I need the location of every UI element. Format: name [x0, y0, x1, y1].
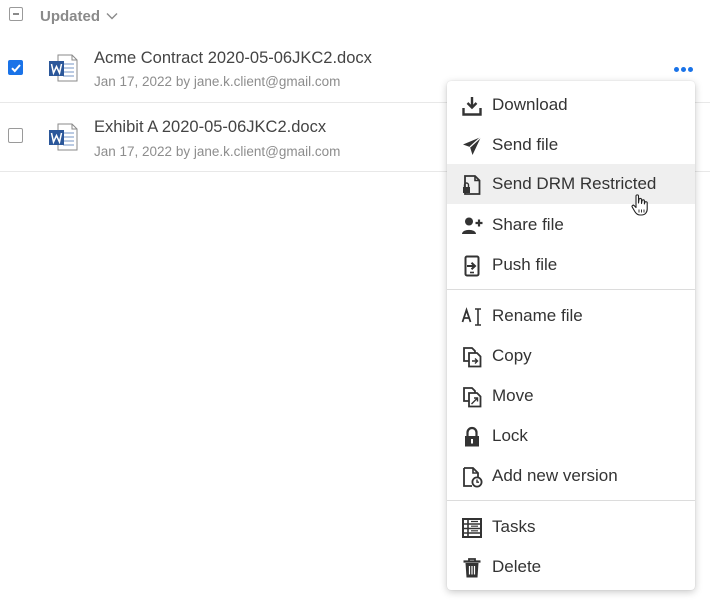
menu-item-add-new-version[interactable]: Add new version: [447, 456, 695, 496]
select-all-checkbox[interactable]: [9, 7, 23, 21]
row-checkbox[interactable]: [8, 128, 23, 143]
menu-item-label: Tasks: [492, 517, 536, 536]
menu-item-share-file[interactable]: Share file: [447, 205, 695, 245]
trash-icon: [463, 558, 481, 578]
file-meta: Jan 17, 2022 by jane.k.client@gmail.com: [94, 144, 341, 159]
word-doc-icon: [49, 123, 78, 151]
menu-item-label: Send DRM Restricted: [492, 174, 657, 193]
menu-item-label: Delete: [492, 557, 542, 576]
more-horizontal-icon: [674, 67, 679, 72]
menu-item-send-file[interactable]: Send file: [447, 125, 695, 165]
menu-item-label: Lock: [492, 426, 528, 445]
row-checkbox[interactable]: [8, 60, 23, 75]
word-doc-icon: [49, 54, 78, 82]
push-device-icon: [464, 255, 480, 277]
menu-item-push-file[interactable]: Push file: [447, 245, 695, 285]
file-name[interactable]: Exhibit A 2020-05-06JKC2.docx: [94, 118, 326, 137]
menu-item-download[interactable]: Download: [447, 85, 695, 125]
menu-item-tasks[interactable]: Tasks: [447, 507, 695, 547]
add-user-icon: [462, 217, 483, 234]
sort-label: Updated: [40, 7, 100, 25]
menu-item-label: Move: [492, 386, 534, 405]
menu-item-label: Send file: [492, 135, 559, 154]
menu-item-label: Download: [492, 95, 568, 114]
sort-dropdown[interactable]: Updated: [40, 7, 118, 25]
copy-icon: [463, 347, 482, 368]
lock-icon: [465, 426, 479, 447]
tasks-icon: [462, 518, 482, 538]
menu-item-label: Copy: [492, 346, 532, 365]
file-context-menu: Download Send file Send DRM Restricted S…: [447, 81, 695, 590]
menu-item-delete[interactable]: Delete: [447, 547, 695, 587]
download-icon: [462, 97, 482, 116]
checkmark-icon: [11, 64, 21, 73]
file-meta: Jan 17, 2022 by jane.k.client@gmail.com: [94, 74, 341, 89]
menu-divider: [447, 289, 695, 290]
menu-item-label: Push file: [492, 255, 558, 274]
rename-icon: [461, 307, 481, 326]
hand-pointer-icon: [631, 194, 648, 216]
menu-item-copy[interactable]: Copy: [447, 336, 695, 376]
chevron-down-icon: [106, 13, 118, 20]
menu-divider: [447, 500, 695, 501]
menu-item-send-drm-restricted[interactable]: Send DRM Restricted: [447, 164, 695, 204]
menu-item-move[interactable]: Move: [447, 376, 695, 416]
menu-item-rename-file[interactable]: Rename file: [447, 296, 695, 336]
menu-item-label: Share file: [492, 215, 564, 234]
menu-item-label: Rename file: [492, 306, 583, 325]
list-header: Updated: [0, 0, 720, 32]
send-icon: [463, 136, 482, 155]
move-icon: [463, 387, 482, 408]
new-version-icon: [463, 467, 483, 488]
menu-item-label: Add new version: [492, 466, 618, 485]
drm-file-icon: [463, 175, 481, 195]
file-name[interactable]: Acme Contract 2020-05-06JKC2.docx: [94, 49, 372, 68]
more-actions-button[interactable]: [670, 65, 696, 75]
menu-item-lock[interactable]: Lock: [447, 416, 695, 456]
